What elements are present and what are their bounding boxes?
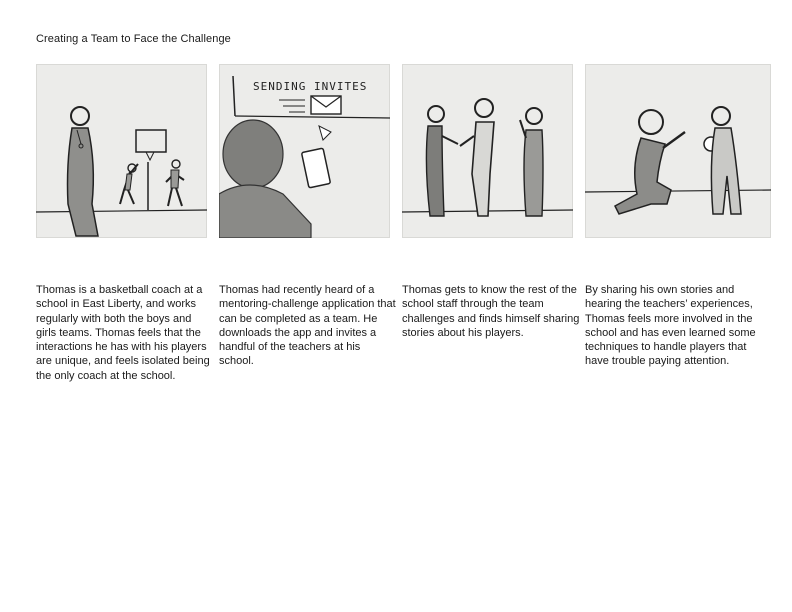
panel-2-caption: Thomas had recently heard of a mentoring…: [219, 284, 396, 368]
coach-kneeling-with-player-sketch-icon: [585, 106, 771, 215]
staff-handshake-sketch-icon: [402, 98, 573, 217]
storyboard-panel-2: SENDING INVITES: [219, 64, 390, 238]
panel-4-caption: By sharing his own stories and hearing t…: [585, 284, 756, 368]
page-title: Creating a Team to Face the Challenge: [36, 33, 231, 45]
sketch-caption-text: SENDING INVITES: [253, 80, 367, 93]
panel-1-caption: Thomas is a basketball coach at a school…: [36, 284, 210, 382]
storyboard-panel-4: [585, 64, 771, 238]
panel-3-caption: Thomas gets to know the rest of the scho…: [402, 284, 580, 339]
storyboard-panel-1: [36, 64, 207, 238]
storyboard-panel-3: [402, 64, 573, 238]
sending-invites-phone-sketch-icon: SENDING INVITES: [219, 75, 390, 238]
coach-with-basketball-hoop-sketch-icon: [36, 106, 207, 237]
